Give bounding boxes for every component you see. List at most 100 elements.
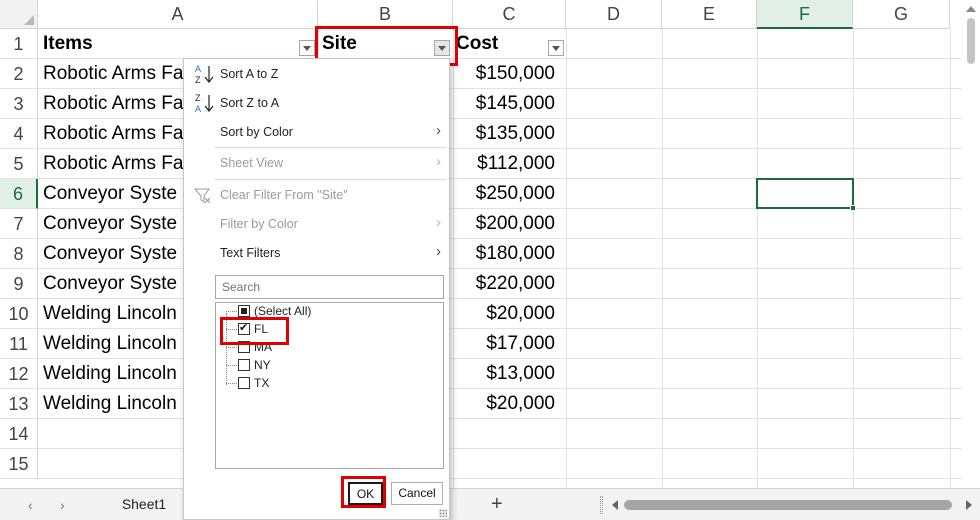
menu-item-label: Sheet View bbox=[220, 156, 284, 170]
scroll-up-icon[interactable] bbox=[966, 6, 976, 12]
column-header-e[interactable]: E bbox=[662, 0, 757, 29]
column-header-b[interactable]: B bbox=[318, 0, 453, 29]
row-header-6[interactable]: 6 bbox=[0, 179, 38, 209]
row-header-13[interactable]: 13 bbox=[0, 389, 38, 419]
column-header-d[interactable]: D bbox=[566, 0, 662, 29]
row-header-15[interactable]: 15 bbox=[0, 449, 38, 479]
sheet-tab-sheet1[interactable]: Sheet1 bbox=[110, 489, 178, 520]
cell-cost[interactable]: $200,000 bbox=[455, 209, 555, 239]
resize-grip-icon[interactable] bbox=[439, 509, 447, 517]
row-header-1[interactable]: 1 bbox=[0, 29, 38, 59]
menu-item-sort-z-to-a[interactable]: Z A Sort Z to A bbox=[184, 89, 449, 117]
tab-splitter[interactable] bbox=[600, 496, 603, 514]
ok-button[interactable]: OK bbox=[348, 482, 383, 505]
checkbox[interactable] bbox=[238, 377, 250, 389]
scroll-right-icon[interactable] bbox=[966, 500, 972, 510]
cancel-button[interactable]: Cancel bbox=[391, 482, 443, 505]
scroll-tabs-right-icon[interactable]: › bbox=[60, 497, 65, 513]
gridline bbox=[662, 29, 663, 488]
select-all-corner[interactable] bbox=[0, 0, 38, 29]
cell-cost[interactable]: $13,000 bbox=[455, 359, 555, 389]
row-header-4[interactable]: 4 bbox=[0, 119, 38, 149]
row-header-11[interactable]: 11 bbox=[0, 329, 38, 359]
cell-cost[interactable]: $112,000 bbox=[455, 149, 555, 179]
menu-item-filter-by-color: Filter by Color › bbox=[184, 210, 449, 238]
filter-dropdown-menu: A Z Sort A to Z Z A Sort Z to A Sort by … bbox=[183, 58, 450, 520]
cell-cost[interactable]: $145,000 bbox=[455, 89, 555, 119]
menu-separator bbox=[214, 179, 446, 180]
sort-ascending-icon: A Z bbox=[195, 64, 214, 85]
row-header-12[interactable]: 12 bbox=[0, 359, 38, 389]
row-header-5[interactable]: 5 bbox=[0, 149, 38, 179]
row-header-8[interactable]: 8 bbox=[0, 239, 38, 269]
submenu-arrow-icon: › bbox=[436, 243, 441, 260]
checkbox[interactable] bbox=[238, 341, 250, 353]
menu-item-label: Filter by Color bbox=[220, 217, 298, 231]
cell-cost[interactable]: $135,000 bbox=[455, 119, 555, 149]
filter-dropdown-button-items[interactable] bbox=[299, 40, 315, 56]
cell-cost[interactable]: $180,000 bbox=[455, 239, 555, 269]
row-header-7[interactable]: 7 bbox=[0, 209, 38, 239]
svg-text:Z: Z bbox=[195, 93, 201, 103]
scroll-tabs-left-icon[interactable]: ‹ bbox=[28, 497, 33, 513]
tree-connector bbox=[226, 365, 237, 366]
gridline bbox=[38, 478, 970, 479]
tree-connector bbox=[226, 329, 237, 330]
menu-item-sort-a-to-z[interactable]: A Z Sort A to Z bbox=[184, 60, 449, 88]
menu-item-label: Text Filters bbox=[220, 246, 281, 260]
menu-item-text-filters[interactable]: Text Filters › bbox=[184, 239, 449, 267]
menu-separator bbox=[214, 147, 446, 148]
filter-values-list[interactable]: (Select All) FL MA NY TX bbox=[215, 302, 444, 469]
menu-item-sheet-view: Sheet View › bbox=[184, 149, 449, 177]
column-header-g[interactable]: G bbox=[853, 0, 950, 29]
tree-connector bbox=[226, 347, 237, 348]
submenu-arrow-icon: › bbox=[436, 122, 441, 139]
cell-cost[interactable]: $20,000 bbox=[455, 389, 555, 419]
column-header-c[interactable]: C bbox=[453, 0, 566, 29]
fill-handle[interactable] bbox=[850, 205, 856, 211]
filter-option-ma[interactable]: MA bbox=[226, 339, 426, 357]
filter-dropdown-button-site[interactable] bbox=[434, 40, 450, 56]
filter-option-ny[interactable]: NY bbox=[226, 357, 426, 375]
row-header-9[interactable]: 9 bbox=[0, 269, 38, 299]
checkbox[interactable] bbox=[238, 359, 250, 371]
row-header-10[interactable]: 10 bbox=[0, 299, 38, 329]
row-header-14[interactable]: 14 bbox=[0, 419, 38, 449]
filter-search-input[interactable] bbox=[215, 275, 444, 299]
cell-cost[interactable]: $20,000 bbox=[455, 299, 555, 329]
filter-option-tx[interactable]: TX bbox=[226, 375, 426, 393]
cell-cost[interactable]: $150,000 bbox=[455, 59, 555, 89]
vertical-scrollbar[interactable] bbox=[962, 0, 980, 488]
menu-item-label: Sort by Color bbox=[220, 125, 293, 139]
row-header-3[interactable]: 3 bbox=[0, 89, 38, 119]
horizontal-scroll-thumb[interactable] bbox=[624, 500, 952, 510]
menu-item-sort-by-color[interactable]: Sort by Color › bbox=[184, 118, 449, 146]
cell-cost[interactable]: $17,000 bbox=[455, 329, 555, 359]
cell-b1[interactable]: Site bbox=[322, 29, 432, 59]
spreadsheet-grid[interactable]: A B C D E F G 1 2 3 4 5 6 7 8 9 10 11 12 13 14 15 Item… bbox=[0, 0, 980, 488]
vertical-scroll-thumb[interactable] bbox=[967, 18, 975, 64]
tree-connector bbox=[226, 383, 237, 384]
svg-text:Z: Z bbox=[195, 75, 201, 85]
svg-text:A: A bbox=[195, 104, 201, 114]
filter-dropdown-button-cost[interactable] bbox=[548, 40, 564, 56]
scroll-left-icon[interactable] bbox=[612, 500, 618, 510]
active-cell-f6[interactable] bbox=[756, 178, 856, 211]
filter-option-label: NY bbox=[254, 358, 271, 372]
cell-c1[interactable]: Cost bbox=[456, 29, 546, 59]
filter-option-select-all[interactable]: (Select All) bbox=[226, 303, 426, 321]
cell-cost[interactable]: $250,000 bbox=[455, 179, 555, 209]
column-header-a[interactable]: A bbox=[38, 0, 318, 29]
checkbox[interactable] bbox=[238, 321, 250, 335]
checkbox[interactable] bbox=[238, 305, 250, 317]
gridline bbox=[38, 448, 970, 449]
row-header-2[interactable]: 2 bbox=[0, 59, 38, 89]
sort-descending-icon: Z A bbox=[195, 93, 214, 114]
filter-option-label: MA bbox=[254, 340, 272, 354]
cell-a1[interactable]: Items bbox=[43, 29, 298, 59]
cell-cost[interactable]: $220,000 bbox=[455, 269, 555, 299]
filter-option-fl[interactable]: FL bbox=[226, 321, 426, 339]
gridline bbox=[566, 29, 567, 488]
column-header-f[interactable]: F bbox=[757, 0, 853, 29]
add-sheet-button[interactable]: + bbox=[491, 493, 503, 516]
